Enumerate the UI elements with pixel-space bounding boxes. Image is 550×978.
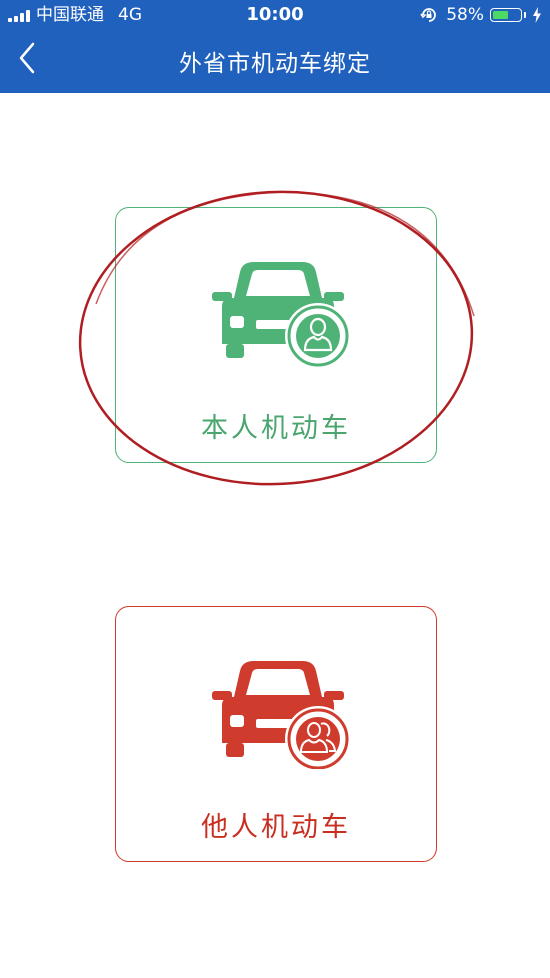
battery-percent: 58% <box>446 5 484 25</box>
navigation-bar: 外省市机动车绑定 <box>0 30 550 93</box>
battery-tip <box>524 12 526 18</box>
rotation-lock-icon <box>420 8 437 22</box>
self-vehicle-label: 本人机动车 <box>201 413 351 444</box>
charging-icon <box>533 7 541 23</box>
other-vehicle-label: 他人机动车 <box>201 812 351 843</box>
battery-icon <box>490 8 522 22</box>
status-right: 58% <box>420 5 542 25</box>
status-bar: 中国联通 4G 10:00 58% <box>0 0 550 30</box>
self-vehicle-option[interactable]: 本人机动车 <box>115 207 437 463</box>
other-vehicle-option[interactable]: 他人机动车 <box>115 606 437 862</box>
car-multi-user-icon <box>212 661 351 769</box>
app-header: 中国联通 4G 10:00 58% 外省市机动车绑定 <box>0 0 550 93</box>
page-title: 外省市机动车绑定 <box>179 51 371 77</box>
battery-level <box>493 11 509 19</box>
car-single-user-icon <box>212 262 351 369</box>
